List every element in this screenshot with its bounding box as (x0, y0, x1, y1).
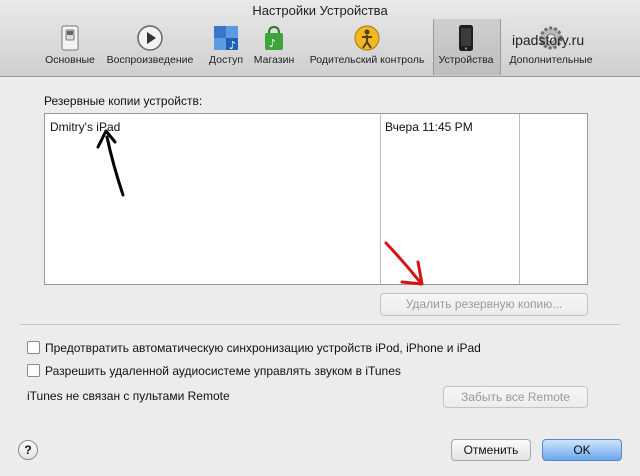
tab-store[interactable]: ♪ Магазин (250, 24, 298, 70)
tab-parental-control[interactable]: Родительский контроль (303, 24, 431, 70)
sharing-icon: ♪ (212, 24, 240, 52)
switch-icon (56, 24, 84, 52)
divider (20, 324, 620, 325)
remote-status-text: iTunes не связан с пультами Remote (27, 389, 230, 403)
tab-sharing[interactable]: ♪ Доступ (204, 24, 248, 70)
black-arrow-annotation (96, 129, 125, 197)
toolbar: Настройки Устройства Основные Воспроизве… (0, 0, 640, 77)
store-bag-icon: ♪ (260, 24, 288, 52)
watermark-text: ipadstory.ru (512, 32, 585, 48)
device-icon (452, 24, 480, 52)
delete-backup-button[interactable]: Удалить резервную копию... (380, 293, 588, 316)
remote-audio-option[interactable]: Разрешить удаленной аудиосистеме управля… (27, 364, 401, 378)
backups-section-label: Резервные копии устройств: (44, 94, 203, 108)
remote-audio-checkbox[interactable] (27, 364, 40, 377)
ok-button[interactable]: OK (542, 439, 622, 461)
preferences-window: Настройки Устройства Основные Воспроизве… (0, 0, 640, 476)
prevent-sync-option[interactable]: Предотвратить автоматическую синхронизац… (27, 341, 481, 355)
prevent-sync-checkbox[interactable] (27, 341, 40, 354)
tab-general[interactable]: Основные (42, 24, 98, 70)
play-icon (136, 24, 164, 52)
cancel-button[interactable]: Отменить (451, 439, 531, 461)
backup-date[interactable]: Вчера 11:45 PM (385, 120, 473, 134)
svg-text:♪: ♪ (229, 39, 236, 52)
red-arrow-annotation (384, 241, 424, 286)
window-title: Настройки Устройства (252, 3, 388, 18)
tab-devices[interactable]: Устройства (435, 24, 497, 70)
remote-audio-label: Разрешить удаленной аудиосистеме управля… (45, 364, 401, 378)
parental-control-icon (353, 24, 381, 52)
svg-text:♪: ♪ (269, 37, 276, 50)
tab-playback[interactable]: Воспроизведение (102, 24, 198, 70)
forget-remotes-button[interactable]: Забыть все Remote (443, 386, 588, 408)
help-button[interactable]: ? (18, 440, 38, 460)
prevent-sync-label: Предотвратить автоматическую синхронизац… (45, 341, 481, 355)
